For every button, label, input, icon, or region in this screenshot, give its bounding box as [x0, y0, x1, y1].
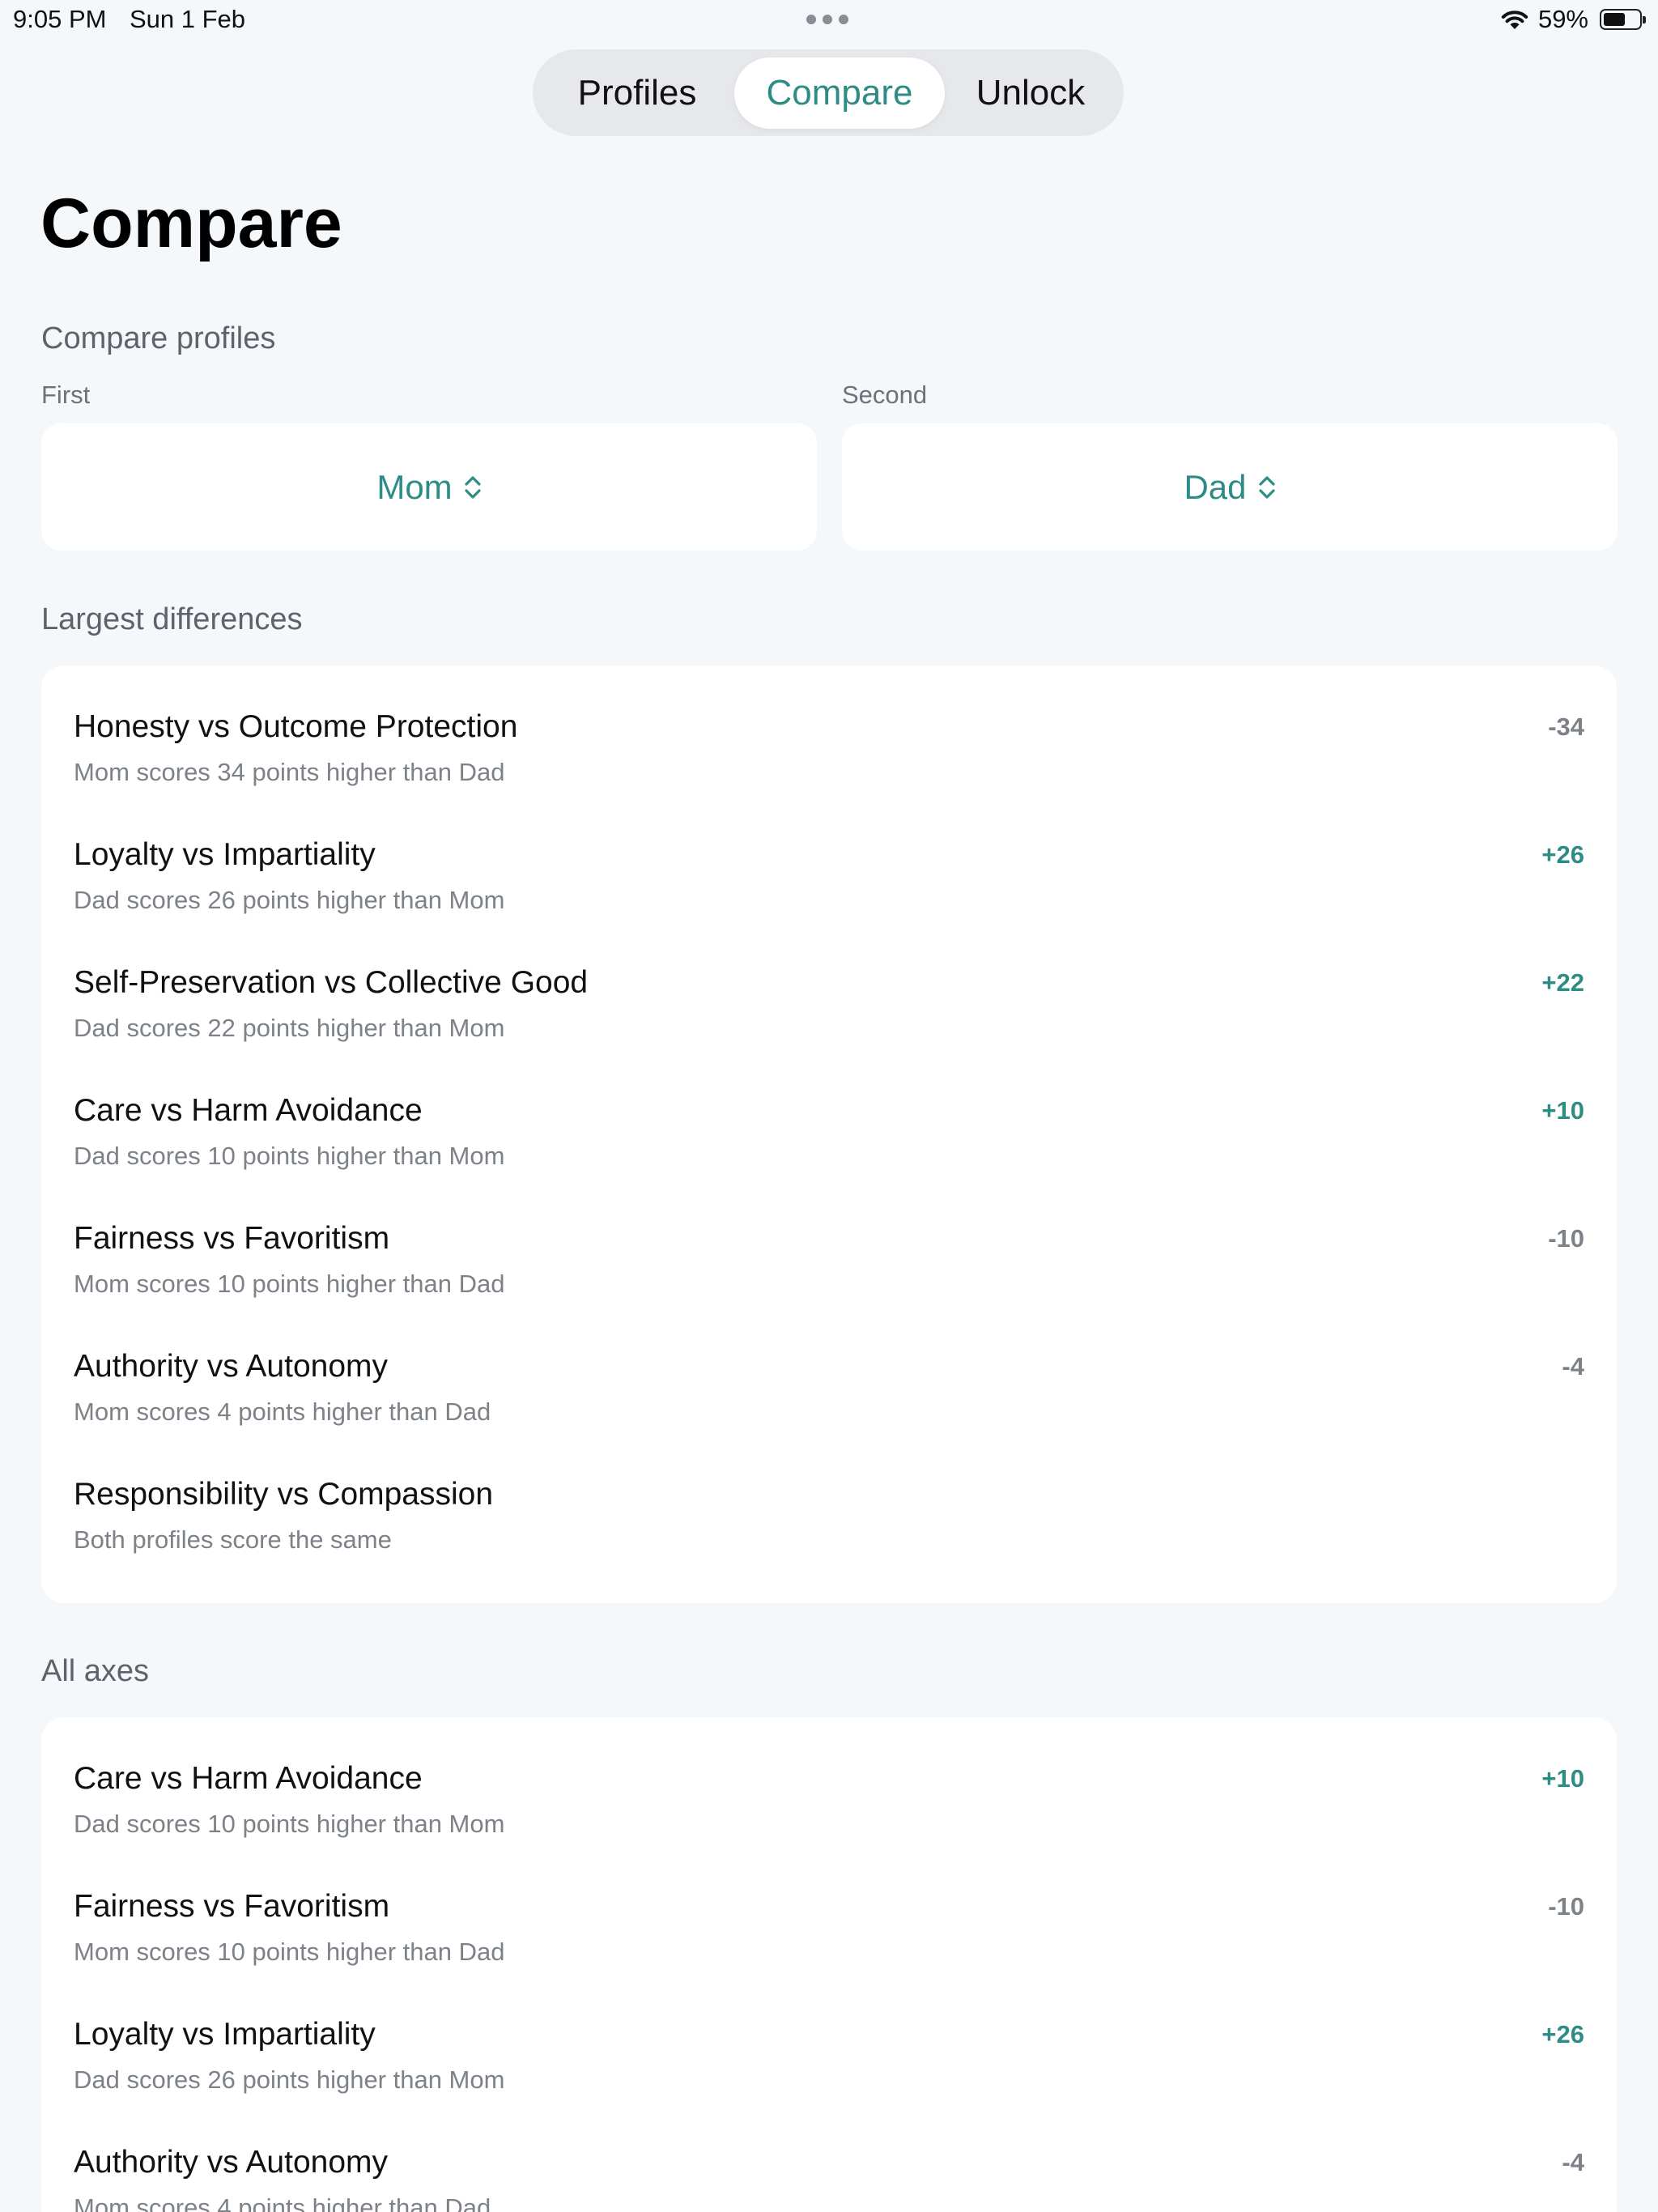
tab-compare[interactable]: Compare: [734, 57, 945, 129]
axis-summary: Dad scores 22 points higher than Mom: [74, 1014, 505, 1042]
first-profile-picker[interactable]: Mom: [41, 423, 817, 551]
second-label: Second: [842, 381, 928, 409]
axis-title: Loyalty vs Impartiality: [74, 837, 376, 872]
axis-title: Fairness vs Favoritism: [74, 1221, 390, 1256]
axis-title: Honesty vs Outcome Protection: [74, 709, 518, 744]
score-delta: -34: [1548, 713, 1584, 741]
compare-profiles-header: Compare profiles: [41, 321, 276, 355]
chevron-up-down-icon: [465, 475, 481, 499]
list-item[interactable]: Authority vs Autonomy Mom scores 4 point…: [41, 2143, 1617, 2212]
second-profile-picker[interactable]: Dad: [842, 423, 1618, 551]
battery-percentage: 59%: [1537, 5, 1588, 33]
first-profile-value: Mom: [376, 467, 453, 506]
axis-summary: Both profiles score the same: [74, 1525, 392, 1554]
score-delta: +22: [1541, 968, 1584, 997]
list-item[interactable]: Self-Preservation vs Collective Good Dad…: [41, 963, 1617, 1091]
score-delta: -10: [1548, 1224, 1584, 1253]
second-profile-value: Dad: [1184, 467, 1247, 506]
axis-summary: Dad scores 26 points higher than Mom: [74, 886, 505, 914]
status-indicators: 59%: [1499, 5, 1646, 34]
list-item[interactable]: Fairness vs Favoritism Mom scores 10 poi…: [41, 1219, 1617, 1347]
axis-summary: Mom scores 10 points higher than Dad: [74, 1270, 505, 1298]
axis-title: Care vs Harm Avoidance: [74, 1761, 423, 1796]
axis-title: Care vs Harm Avoidance: [74, 1093, 423, 1128]
list-item[interactable]: Care vs Harm Avoidance Dad scores 10 poi…: [41, 1759, 1617, 1887]
list-item[interactable]: Fairness vs Favoritism Mom scores 10 poi…: [41, 1887, 1617, 2015]
largest-differences-header: Largest differences: [41, 602, 303, 636]
list-item[interactable]: Honesty vs Outcome Protection Mom scores…: [41, 708, 1617, 836]
first-label: First: [41, 381, 91, 409]
status-bar: 9:05 PM Sun 1 Feb 59%: [0, 0, 1658, 42]
score-delta: -4: [1562, 2148, 1584, 2176]
score-delta: +26: [1541, 840, 1584, 869]
axis-title: Loyalty vs Impartiality: [74, 2017, 376, 2052]
axis-title: Authority vs Autonomy: [74, 1349, 389, 1384]
list-item[interactable]: Care vs Harm Avoidance Dad scores 10 poi…: [41, 1091, 1617, 1219]
axis-title: Authority vs Autonomy: [74, 2145, 389, 2180]
axis-summary: Dad scores 10 points higher than Mom: [74, 1810, 505, 1838]
tab-bar: Profiles Compare Unlock: [533, 49, 1124, 136]
chevron-up-down-icon: [1258, 475, 1275, 499]
score-delta: -10: [1548, 1892, 1584, 1921]
tab-unlock[interactable]: Unlock: [945, 57, 1116, 129]
score-delta: +10: [1541, 1096, 1584, 1125]
page-title: Compare: [40, 185, 342, 262]
all-axes-card: Care vs Harm Avoidance Dad scores 10 poi…: [41, 1717, 1617, 2212]
list-item[interactable]: Authority vs Autonomy Mom scores 4 point…: [41, 1347, 1617, 1475]
axis-summary: Mom scores 34 points higher than Dad: [74, 758, 505, 786]
axis-summary: Mom scores 10 points higher than Dad: [74, 1938, 505, 1966]
battery-icon: [1600, 9, 1646, 30]
tab-profiles[interactable]: Profiles: [540, 57, 734, 129]
wifi-icon: [1501, 11, 1528, 29]
status-date: Sun 1 Feb: [130, 5, 246, 33]
axis-title: Self-Preservation vs Collective Good: [74, 965, 589, 1000]
axis-title: Responsibility vs Compassion: [74, 1477, 494, 1512]
all-axes-header: All axes: [41, 1654, 150, 1688]
axis-summary: Dad scores 26 points higher than Mom: [74, 2065, 505, 2094]
axis-summary: Mom scores 4 points higher than Dad: [74, 1397, 491, 1426]
axis-summary: Mom scores 4 points higher than Dad: [74, 2193, 491, 2212]
list-item[interactable]: Loyalty vs Impartiality Dad scores 26 po…: [41, 836, 1617, 963]
list-item[interactable]: Loyalty vs Impartiality Dad scores 26 po…: [41, 2015, 1617, 2143]
status-time: 9:05 PM: [13, 5, 107, 33]
score-delta: +26: [1541, 2020, 1584, 2048]
score-delta: +10: [1541, 1764, 1584, 1793]
multitasking-dots-icon[interactable]: [806, 15, 848, 24]
largest-differences-card: Honesty vs Outcome Protection Mom scores…: [41, 666, 1617, 1603]
list-item[interactable]: Responsibility vs Compassion Both profil…: [41, 1475, 1617, 1603]
axis-summary: Dad scores 10 points higher than Mom: [74, 1142, 505, 1170]
axis-title: Fairness vs Favoritism: [74, 1889, 390, 1924]
score-delta: -4: [1562, 1352, 1584, 1380]
